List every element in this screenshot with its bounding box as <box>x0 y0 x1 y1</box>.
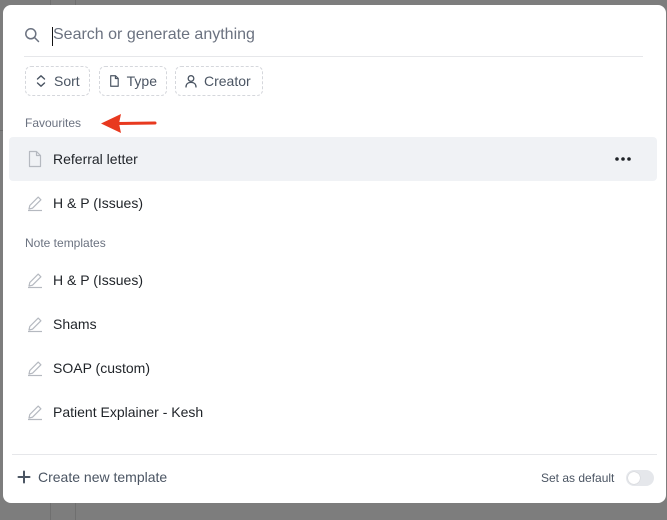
sort-icon <box>36 75 46 87</box>
note-templates-section-label: Note templates <box>25 236 106 250</box>
file-icon <box>110 75 119 87</box>
search-icon <box>25 28 40 43</box>
plus-icon <box>17 470 31 484</box>
type-filter-button[interactable]: Type <box>99 66 167 96</box>
list-item-soap-custom[interactable]: SOAP (custom) <box>9 346 657 390</box>
pencil-icon <box>28 317 42 333</box>
list-item-label: SOAP (custom) <box>53 360 150 376</box>
favourites-section-label: Favourites <box>25 116 82 130</box>
pencil-icon <box>28 361 42 377</box>
list-item-patient-explainer[interactable]: Patient Explainer - Kesh <box>9 390 657 434</box>
set-as-default-toggle[interactable] <box>626 470 654 486</box>
type-filter-label: Type <box>126 73 157 89</box>
document-icon <box>28 150 42 168</box>
user-icon <box>185 75 197 88</box>
list-item-label: H & P (Issues) <box>53 195 143 211</box>
toggle-knob <box>628 472 640 484</box>
creator-filter-button[interactable]: Creator <box>175 66 263 96</box>
pencil-icon <box>28 273 42 289</box>
list-item-shams[interactable]: Shams <box>9 302 657 346</box>
search-bar <box>3 17 643 53</box>
list-item-label: H & P (Issues) <box>53 272 143 288</box>
sort-filter-button[interactable]: Sort <box>25 66 90 96</box>
footer-divider <box>12 454 657 455</box>
search-divider <box>24 56 643 57</box>
list-item-label: Shams <box>53 316 97 332</box>
list-item-h-and-p-favourite[interactable]: H & P (Issues) <box>9 181 657 225</box>
template-picker-modal: Sort Type Creator Favourites Referral le… <box>3 5 666 503</box>
creator-filter-label: Creator <box>204 73 251 89</box>
search-input[interactable] <box>51 22 633 48</box>
more-options-icon[interactable] <box>613 149 633 169</box>
create-new-template-button[interactable]: Create new template <box>17 465 167 489</box>
sort-filter-label: Sort <box>54 73 80 89</box>
list-item-label: Patient Explainer - Kesh <box>53 404 204 420</box>
list-item-label: Referral letter <box>53 151 138 167</box>
set-as-default-label: Set as default <box>541 471 615 485</box>
pencil-icon <box>28 196 42 212</box>
list-item-referral-letter[interactable]: Referral letter <box>9 137 657 181</box>
text-caret <box>52 27 53 46</box>
pencil-icon <box>28 405 42 421</box>
create-new-template-label: Create new template <box>38 469 168 485</box>
list-item-h-and-p[interactable]: H & P (Issues) <box>9 258 657 302</box>
annotation-arrow <box>101 114 157 133</box>
